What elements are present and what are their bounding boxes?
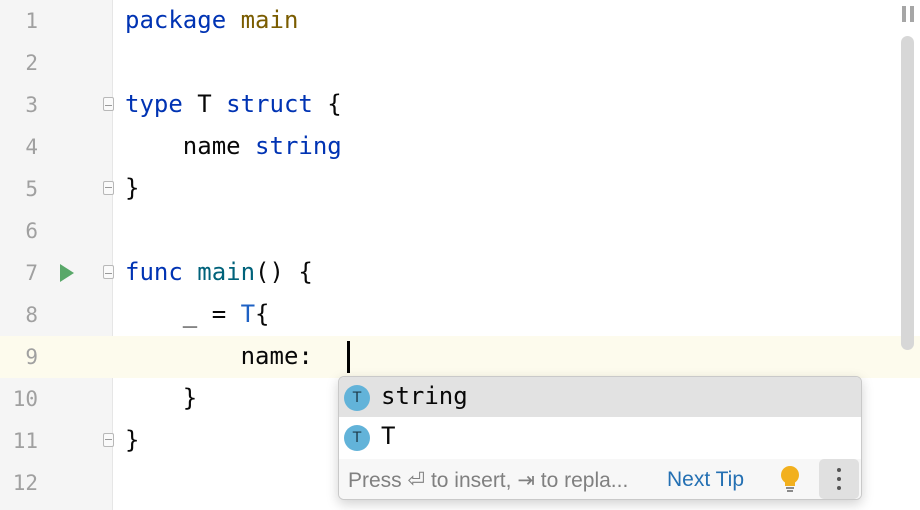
- completion-item-string[interactable]: T string: [339, 377, 861, 417]
- next-tip-link[interactable]: Next Tip: [667, 468, 744, 492]
- code-line[interactable]: 3 type T struct {: [0, 84, 920, 126]
- completion-hint: Press ⏎ to insert, ⇥ to repla...: [348, 469, 629, 492]
- code-text[interactable]: type T struct {: [125, 90, 342, 118]
- line-number[interactable]: 5: [0, 177, 38, 201]
- code-text[interactable]: }: [125, 174, 139, 202]
- code-line[interactable]: 5}: [0, 168, 920, 210]
- line-number[interactable]: 4: [0, 135, 38, 159]
- fold-marker-icon[interactable]: [103, 265, 114, 279]
- text-cursor: [347, 341, 350, 373]
- type-icon: T: [344, 385, 370, 411]
- fold-marker-icon[interactable]: [103, 433, 114, 447]
- fold-marker-icon[interactable]: [103, 181, 114, 195]
- line-number[interactable]: 7: [0, 261, 38, 285]
- pause-icon[interactable]: [902, 6, 914, 22]
- line-number[interactable]: 9: [0, 345, 38, 369]
- line-number[interactable]: 10: [0, 387, 38, 411]
- line-number[interactable]: 11: [0, 429, 38, 453]
- run-icon[interactable]: [60, 264, 74, 282]
- code-line[interactable]: 2: [0, 42, 920, 84]
- code-line[interactable]: 4 name string: [0, 126, 920, 168]
- line-number[interactable]: 8: [0, 303, 38, 327]
- fold-marker-icon[interactable]: [103, 97, 114, 111]
- lightbulb-icon[interactable]: [779, 465, 801, 493]
- completion-item-label: string: [381, 382, 468, 410]
- code-text[interactable]: }: [125, 384, 197, 412]
- code-text[interactable]: name string: [125, 132, 342, 160]
- line-number[interactable]: 6: [0, 219, 38, 243]
- code-text[interactable]: func main() {: [125, 258, 313, 286]
- code-text[interactable]: _ = T{: [125, 300, 270, 328]
- vertical-scrollbar[interactable]: [901, 36, 914, 350]
- code-text[interactable]: package main: [125, 6, 298, 34]
- code-text[interactable]: name:: [125, 342, 327, 370]
- completion-item-label: T: [381, 422, 396, 450]
- code-text[interactable]: }: [125, 426, 139, 454]
- code-line[interactable]: 9 name:: [0, 336, 920, 378]
- line-number[interactable]: 2: [0, 51, 38, 75]
- line-number[interactable]: 12: [0, 471, 38, 495]
- completion-footer: Press ⏎ to insert, ⇥ to repla... Next Ti…: [339, 459, 861, 499]
- line-number[interactable]: 3: [0, 93, 38, 117]
- code-line[interactable]: 7 func main() {: [0, 252, 920, 294]
- type-icon: T: [344, 425, 370, 451]
- code-line[interactable]: 6: [0, 210, 920, 252]
- more-options-button[interactable]: [819, 459, 859, 499]
- line-number[interactable]: 1: [0, 9, 38, 33]
- code-line[interactable]: 8 _ = T{: [0, 294, 920, 336]
- completion-popup: T string T T Press ⏎ to insert, ⇥ to rep…: [338, 376, 862, 500]
- code-line[interactable]: 1 package main: [0, 0, 920, 42]
- completion-item-t[interactable]: T T: [339, 417, 861, 457]
